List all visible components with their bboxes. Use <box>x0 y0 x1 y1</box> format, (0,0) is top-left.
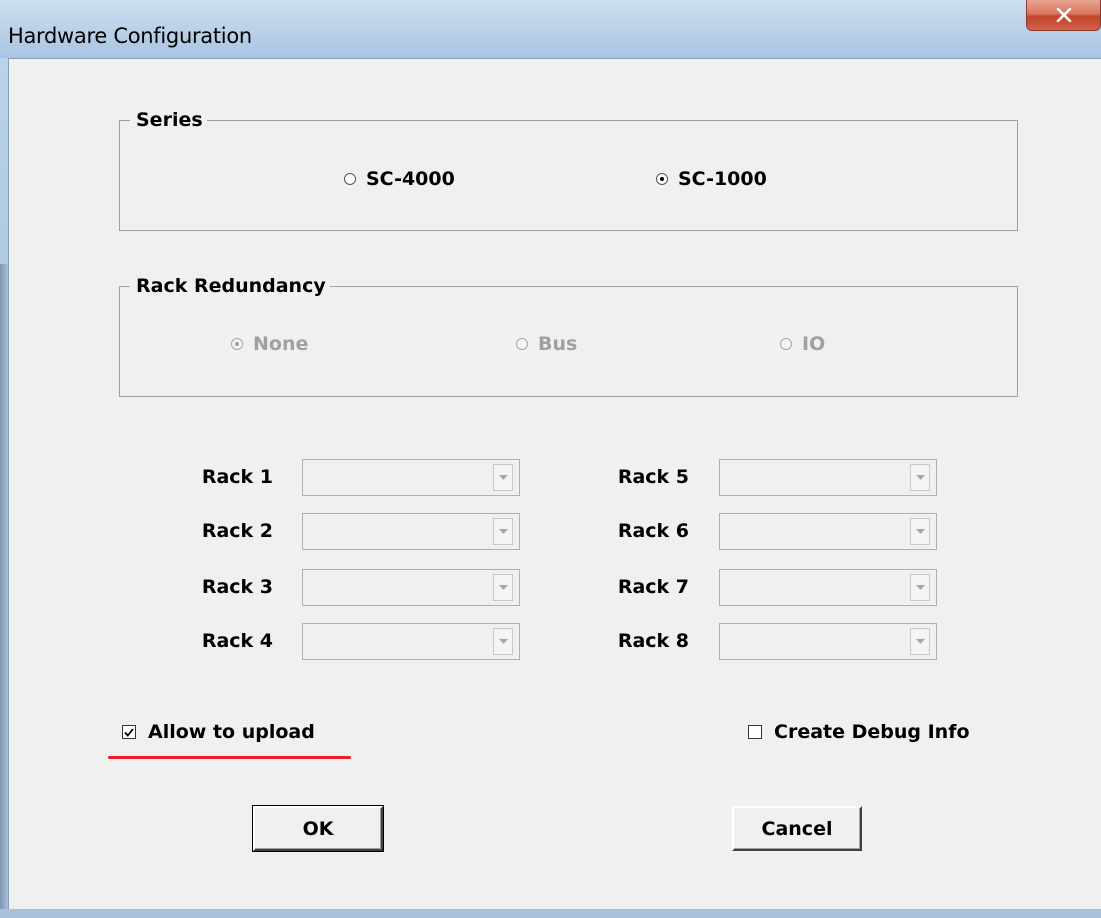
chevron-down-icon <box>915 475 925 480</box>
rack-7-combobox[interactable] <box>719 569 937 606</box>
hardware-configuration-window: Hardware Configuration Series SC-4000 SC… <box>0 0 1101 918</box>
cancel-button[interactable]: Cancel <box>732 806 862 851</box>
chevron-down-icon <box>498 639 508 644</box>
series-groupbox: Series <box>119 109 1018 231</box>
radio-bus[interactable]: Bus <box>516 332 577 356</box>
allow-upload-label: Allow to upload <box>148 721 315 743</box>
chevron-down-icon <box>915 585 925 590</box>
rack-4-label: Rack 4 <box>201 630 273 652</box>
dropdown-arrow[interactable] <box>493 628 513 655</box>
window-left-border <box>0 58 8 918</box>
dropdown-arrow[interactable] <box>493 518 513 545</box>
dropdown-arrow[interactable] <box>493 464 513 491</box>
radio-sc-1000[interactable]: SC-1000 <box>656 167 767 191</box>
ok-button[interactable]: OK <box>252 805 384 852</box>
close-button[interactable] <box>1026 0 1101 31</box>
checkbox-box <box>748 725 762 739</box>
rack-redundancy-legend: Rack Redundancy <box>130 275 330 297</box>
dropdown-arrow[interactable] <box>910 574 930 601</box>
radio-io[interactable]: IO <box>780 332 825 356</box>
rack-5-combobox[interactable] <box>719 459 937 496</box>
chevron-down-icon <box>915 529 925 534</box>
chevron-down-icon <box>915 639 925 644</box>
create-debug-info-label: Create Debug Info <box>774 721 970 743</box>
rack-1-label: Rack 1 <box>201 466 273 488</box>
allow-upload-checkbox[interactable]: Allow to upload <box>122 719 315 745</box>
radio-none-label: None <box>253 333 309 355</box>
rack-6-label: Rack 6 <box>617 520 689 542</box>
rack-5-label: Rack 5 <box>617 466 689 488</box>
radio-circle-icon <box>516 338 528 350</box>
radio-sc-1000-label: SC-1000 <box>678 168 767 190</box>
checkbox-box <box>122 725 136 739</box>
radio-circle-icon <box>780 338 792 350</box>
dropdown-arrow[interactable] <box>910 518 930 545</box>
window-left-border-shade <box>0 264 8 918</box>
dropdown-arrow[interactable] <box>493 574 513 601</box>
create-debug-info-checkbox[interactable]: Create Debug Info <box>748 719 970 745</box>
radio-bus-label: Bus <box>538 333 578 355</box>
dropdown-arrow[interactable] <box>910 464 930 491</box>
radio-none[interactable]: None <box>231 332 308 356</box>
rack-1-combobox[interactable] <box>302 459 520 496</box>
annotation-underline <box>108 756 351 759</box>
rack-2-label: Rack 2 <box>201 520 273 542</box>
rack-8-combobox[interactable] <box>719 623 937 660</box>
rack-6-combobox[interactable] <box>719 513 937 550</box>
radio-sc-4000[interactable]: SC-4000 <box>344 167 455 191</box>
chevron-down-icon <box>498 585 508 590</box>
radio-selected-icon <box>656 173 668 185</box>
chevron-down-icon <box>498 529 508 534</box>
rack-2-combobox[interactable] <box>302 513 520 550</box>
dropdown-arrow[interactable] <box>910 628 930 655</box>
title-bar[interactable]: Hardware Configuration <box>0 0 1101 58</box>
window-title: Hardware Configuration <box>8 24 252 48</box>
close-icon <box>1056 8 1071 22</box>
radio-io-label: IO <box>802 333 826 355</box>
rack-8-label: Rack 8 <box>617 630 689 652</box>
checkmark-icon <box>124 727 134 737</box>
rack-3-label: Rack 3 <box>201 576 273 598</box>
radio-sc-4000-label: SC-4000 <box>366 168 455 190</box>
rack-4-combobox[interactable] <box>302 623 520 660</box>
rack-7-label: Rack 7 <box>617 576 689 598</box>
radio-circle-icon <box>344 173 356 185</box>
series-legend: Series <box>130 109 207 131</box>
chevron-down-icon <box>498 475 508 480</box>
window-bottom-border <box>0 909 1101 918</box>
rack-3-combobox[interactable] <box>302 569 520 606</box>
radio-selected-icon <box>231 338 243 350</box>
